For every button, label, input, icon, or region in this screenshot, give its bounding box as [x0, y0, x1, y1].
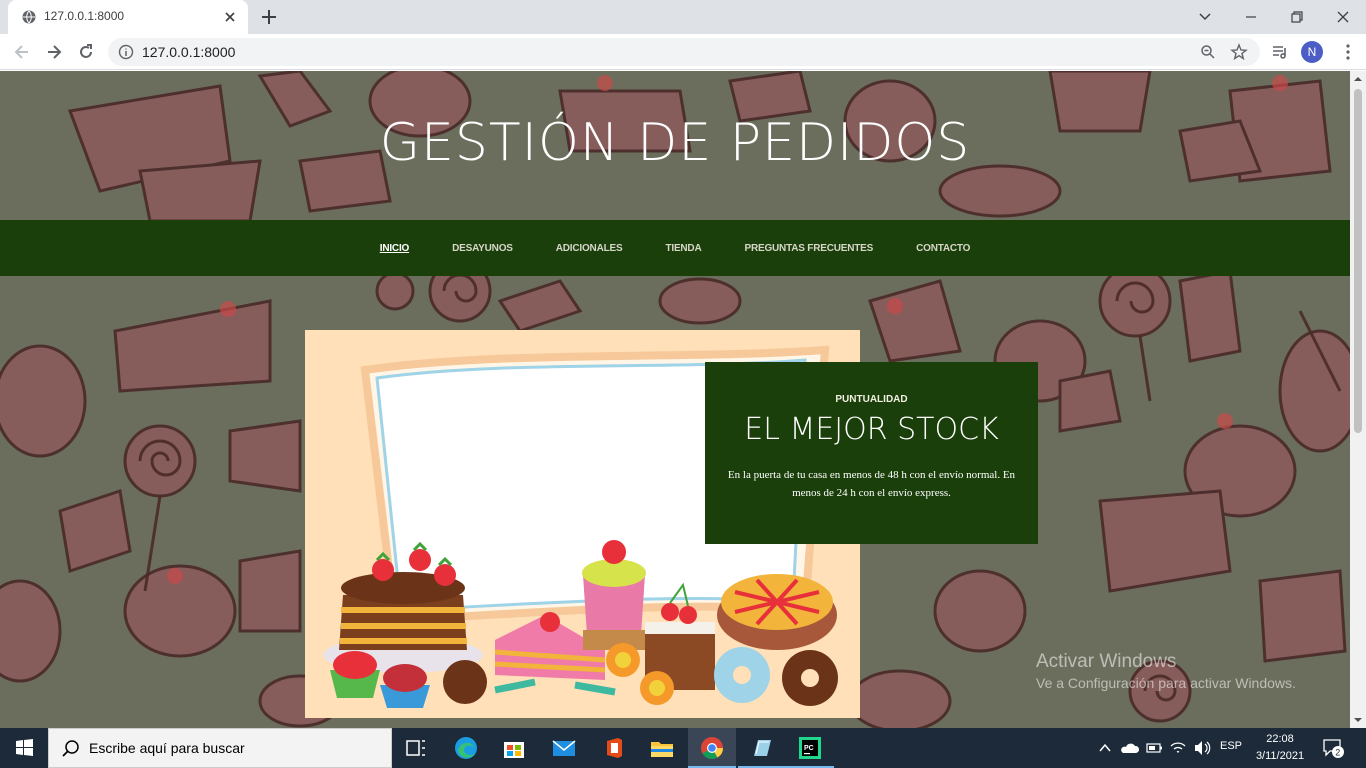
wifi-icon[interactable] [1168, 728, 1188, 768]
address-bar[interactable]: 127.0.0.1:8000 [108, 38, 1260, 66]
zoom-icon[interactable] [1200, 44, 1216, 60]
promo-kicker: PUNTUALIDAD [835, 394, 908, 405]
svg-text:PC: PC [804, 745, 814, 752]
menu-dots-icon[interactable] [1338, 42, 1358, 62]
chrome-icon [701, 737, 723, 759]
mail-icon[interactable] [540, 728, 588, 768]
task-view-icon[interactable] [392, 728, 440, 768]
close-window-icon[interactable] [1332, 6, 1354, 28]
taskbar-search-box[interactable]: Escribe aquí para buscar [48, 728, 392, 768]
onedrive-icon[interactable] [1118, 728, 1140, 768]
new-tab-icon[interactable] [260, 8, 278, 26]
site-title: GESTIÓN DE PEDIDOS [379, 113, 971, 173]
close-tab-icon[interactable] [222, 9, 238, 25]
profile-avatar[interactable]: N [1301, 41, 1323, 63]
office-icon[interactable] [590, 728, 638, 768]
chrome-taskbar-button[interactable] [688, 728, 736, 768]
promo-text: En la puerta de tu casa en menos de 48 h… [727, 469, 1016, 499]
bookmark-star-icon[interactable] [1230, 43, 1248, 61]
file-explorer-icon[interactable] [638, 728, 686, 768]
page-scrollbar[interactable] [1350, 71, 1366, 728]
browser-tab-bar: 127.0.0.1:8000 [0, 0, 1366, 34]
tab-search-chevron-icon[interactable] [1194, 6, 1216, 28]
activate-windows-title: Activar Windows [1036, 651, 1177, 672]
search-icon [62, 740, 79, 757]
input-language[interactable]: ESP [1220, 740, 1242, 752]
promo-title: EL MEJOR STOCK [744, 412, 999, 447]
globe-icon [22, 10, 36, 24]
restore-icon[interactable] [1286, 6, 1308, 28]
browser-toolbar: 127.0.0.1:8000 N [0, 34, 1366, 70]
taskbar-search-placeholder: Escribe aquí para buscar [89, 740, 245, 756]
activate-windows-watermark: Activar Windows Ve a Configuración para … [1036, 651, 1296, 691]
show-hidden-icons-icon[interactable] [1096, 728, 1114, 768]
activate-windows-subtitle: Ve a Configuración para activar Windows. [1036, 675, 1296, 691]
nav-item-contacto[interactable]: CONTACTO [916, 243, 970, 254]
volume-icon[interactable] [1192, 728, 1212, 768]
windows-start-icon[interactable] [0, 728, 48, 768]
tab-title: 127.0.0.1:8000 [44, 9, 125, 23]
nav-item-desayunos[interactable]: DESAYUNOS [452, 243, 513, 254]
nav-item-adicionales[interactable]: ADICIONALES [556, 243, 623, 254]
nav-item-tienda[interactable]: TIENDA [665, 243, 701, 254]
clock-date: 3/11/2021 [1255, 750, 1305, 762]
back-icon[interactable] [12, 42, 32, 62]
battery-icon[interactable] [1144, 728, 1164, 768]
pycharm-taskbar-button[interactable]: PC [786, 728, 834, 768]
scroll-up-arrow-icon[interactable] [1354, 75, 1362, 83]
forward-icon[interactable] [44, 42, 64, 62]
clock-time: 22:08 [1266, 733, 1294, 745]
nav-item-inicio[interactable]: INICIO [380, 243, 410, 254]
notepad-icon [754, 740, 771, 756]
minimize-icon[interactable] [1240, 6, 1262, 28]
info-icon[interactable] [118, 44, 134, 60]
reload-icon[interactable] [76, 42, 96, 62]
windows-taskbar: Escribe aquí para buscar PC ESP 22:08 3/… [0, 728, 1366, 768]
edge-browser-icon[interactable] [442, 728, 490, 768]
web-page: GESTIÓN DE PEDIDOS INICIO DESAYUNOS ADIC… [0, 71, 1350, 728]
taskbar-clock[interactable]: 22:08 3/11/2021 [1244, 731, 1316, 765]
notification-count: 2 [1335, 748, 1340, 758]
notification-center-icon[interactable]: 2 [1322, 738, 1344, 758]
scrollbar-thumb[interactable] [1354, 89, 1362, 433]
browser-tab[interactable]: 127.0.0.1:8000 [8, 0, 248, 34]
media-queue-icon[interactable] [1270, 42, 1290, 62]
nav-item-preguntas-frecuentes[interactable]: PREGUNTAS FRECUENTES [744, 243, 873, 254]
nav-items: INICIO DESAYUNOS ADICIONALES TIENDA PREG… [0, 220, 1350, 276]
promo-card: PUNTUALIDAD EL MEJOR STOCK En la puerta … [705, 362, 1038, 544]
url-text[interactable]: 127.0.0.1:8000 [142, 44, 235, 60]
notepad-taskbar-button[interactable] [738, 728, 786, 768]
scroll-down-arrow-icon[interactable] [1354, 716, 1362, 724]
main-navbar: INICIO DESAYUNOS ADICIONALES TIENDA PREG… [0, 220, 1350, 276]
microsoft-store-icon[interactable] [490, 728, 538, 768]
pycharm-icon: PC [799, 737, 821, 759]
